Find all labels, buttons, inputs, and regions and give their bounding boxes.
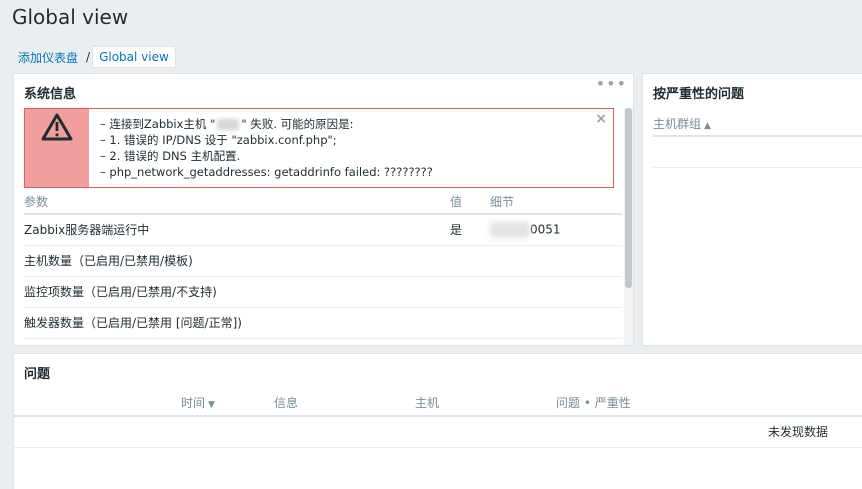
table-row: 触发器数量（已启用/已禁用 [问题/正常]) <box>24 307 622 339</box>
table-header-row: 参数 值 细节 <box>24 190 622 215</box>
severity-widget-title: 按严重性的问题 <box>653 87 745 102</box>
details-cell <box>490 307 622 339</box>
table-row: 监控项数量（已启用/已禁用/不支持) <box>24 276 622 308</box>
breadcrumb-dashboard-link[interactable]: 添加仪表盘 <box>12 49 84 66</box>
value-cell <box>450 307 490 339</box>
system-info-widget: 系统信息 ••• 连接到Zabbix主机 "" 失败. 可能的原因是: 1. 错… <box>13 73 634 346</box>
widget-menu-icon[interactable]: ••• <box>596 76 627 92</box>
details-cell: 0051 <box>490 214 622 246</box>
table-row: Zabbix服务器端运行中 是 0051 <box>24 214 622 246</box>
value-cell <box>450 276 490 308</box>
column-header-details: 细节 <box>490 190 622 215</box>
redacted-address <box>490 221 530 238</box>
error-message-list: 连接到Zabbix主机 "" 失败. 可能的原因是: 1. 错误的 IP/DNS… <box>100 116 433 180</box>
no-data-cell: 未发现数据 <box>14 416 862 448</box>
breadcrumb: 添加仪表盘 / Global view <box>12 45 176 69</box>
table-row <box>653 136 862 168</box>
problems-by-severity-widget: 按严重性的问题 主机群组 ▲ <box>642 73 862 346</box>
problems-widget: 问题 时间 ▼ 信息 主机 问题 • 严重性 未发现数据 <box>13 353 862 489</box>
error-message-box: 连接到Zabbix主机 "" 失败. 可能的原因是: 1. 错误的 IP/DNS… <box>24 108 614 188</box>
details-cell <box>490 245 622 277</box>
param-cell: 主机数量（已启用/已禁用/模板) <box>24 245 450 277</box>
vertical-scrollbar[interactable] <box>624 108 633 345</box>
column-header-problem-severity[interactable]: 问题 • 严重性 <box>556 390 862 417</box>
breadcrumb-current[interactable]: Global view <box>92 46 176 68</box>
close-icon[interactable]: × <box>595 111 607 127</box>
breadcrumb-separator: / <box>86 50 91 64</box>
column-header-time[interactable]: 时间 ▼ <box>181 390 274 417</box>
scrollbar-thumb[interactable] <box>625 108 632 288</box>
system-info-title: 系统信息 <box>24 87 77 102</box>
page-title: Global view <box>12 5 129 29</box>
problems-table: 时间 ▼ 信息 主机 问题 • 严重性 未发现数据 <box>14 390 862 448</box>
param-cell: 监控项数量（已启用/已禁用/不支持) <box>24 276 450 308</box>
column-header-param: 参数 <box>24 190 450 215</box>
table-row: 未发现数据 <box>14 416 862 448</box>
param-cell: 触发器数量（已启用/已禁用 [问题/正常]) <box>24 307 450 339</box>
system-info-table: 参数 值 细节 Zabbix服务器端运行中 是 0051 主机数量（已启用/已禁… <box>24 190 622 339</box>
error-message-line: php_network_getaddresses: getaddrinfo fa… <box>100 164 432 180</box>
error-message-line: 1. 错误的 IP/DNS 设于 "zabbix.conf.php"; <box>100 132 433 148</box>
table-header-row: 主机群组 ▲ <box>653 112 862 137</box>
column-header-host-group[interactable]: 主机群组 ▲ <box>653 112 862 137</box>
error-message-line: 2. 错误的 DNS 主机配置. <box>100 148 433 164</box>
details-cell <box>490 276 622 308</box>
column-header-value: 值 <box>450 190 490 215</box>
param-cell: Zabbix服务器端运行中 <box>24 214 450 246</box>
column-header-info: 信息 <box>274 390 415 417</box>
value-cell <box>450 245 490 277</box>
severity-table: 主机群组 ▲ <box>653 112 862 168</box>
problems-widget-title: 问题 <box>24 367 51 382</box>
sort-asc-icon: ▲ <box>704 121 711 131</box>
column-header-spacer <box>14 390 181 417</box>
table-row: 主机数量（已启用/已禁用/模板) <box>24 245 622 277</box>
column-header-host[interactable]: 主机 <box>415 390 556 417</box>
sort-desc-icon: ▼ <box>208 400 215 410</box>
table-header-row: 时间 ▼ 信息 主机 问题 • 严重性 <box>14 390 862 417</box>
warning-icon <box>25 109 89 187</box>
redacted-host <box>217 119 240 130</box>
value-cell: 是 <box>450 214 490 246</box>
error-message-line: 连接到Zabbix主机 "" 失败. 可能的原因是: <box>100 116 433 132</box>
empty-cell <box>653 136 862 168</box>
